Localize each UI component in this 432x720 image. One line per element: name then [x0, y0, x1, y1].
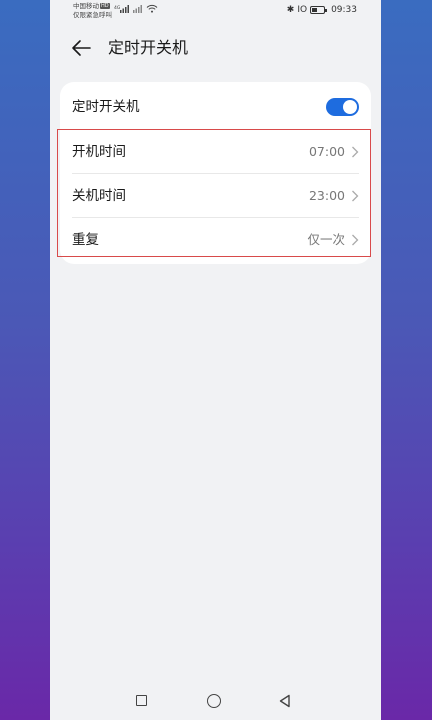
power-off-time-row[interactable]: 关机时间 23:00 — [60, 174, 371, 218]
emergency-only-text: 仅限紧急呼叫 — [73, 11, 112, 19]
app-header: 定时开关机 — [50, 28, 381, 68]
nav-back-icon[interactable] — [278, 694, 292, 708]
signal-icons: 4G — [114, 4, 158, 13]
phone-screen: 中国移动 HD 仅限紧急呼叫 4G ✱ IO 09:33 定时开关机 定时开关机… — [50, 0, 381, 720]
system-nav-bar — [50, 688, 381, 716]
recent-apps-icon[interactable] — [136, 695, 147, 706]
power-off-time-value: 23:00 — [308, 188, 345, 203]
vibrate-icon: IO — [297, 5, 308, 15]
signal-4g-icon: 4G — [114, 5, 129, 13]
chevron-right-icon — [352, 190, 359, 202]
scheduled-power-toggle[interactable] — [326, 98, 359, 116]
chevron-right-icon — [352, 146, 359, 158]
power-off-time-label: 关机时间 — [72, 188, 126, 204]
status-right-group: ✱ IO 09:33 — [287, 5, 357, 15]
repeat-label: 重复 — [72, 232, 99, 248]
chevron-right-icon — [352, 234, 359, 246]
battery-level — [312, 8, 317, 12]
bluetooth-icon: ✱ — [286, 5, 295, 15]
scheduled-power-toggle-row[interactable]: 定时开关机 — [60, 85, 371, 129]
power-on-time-row[interactable]: 开机时间 07:00 — [60, 130, 371, 174]
back-arrow-icon[interactable] — [70, 37, 92, 59]
settings-card: 定时开关机 开机时间 07:00 关机时间 23:00 重复 仅一次 — [60, 82, 371, 264]
hd-badge: HD — [100, 3, 110, 9]
status-bar: 中国移动 HD 仅限紧急呼叫 4G ✱ IO 09:33 — [50, 0, 381, 22]
signal-4g-label: 4G — [114, 5, 121, 11]
wifi-icon — [146, 4, 158, 13]
carrier-name: 中国移动 — [73, 2, 99, 10]
home-icon[interactable] — [207, 694, 221, 708]
repeat-value: 仅一次 — [307, 232, 345, 247]
carrier-info: 中国移动 HD 仅限紧急呼叫 — [73, 2, 112, 20]
battery-icon — [310, 6, 328, 14]
status-time: 09:33 — [331, 5, 357, 15]
scheduled-power-label: 定时开关机 — [72, 99, 140, 115]
repeat-row[interactable]: 重复 仅一次 — [60, 218, 371, 262]
page-title: 定时开关机 — [108, 38, 189, 57]
toggle-knob — [343, 100, 357, 114]
signal-bars-icon — [133, 5, 142, 13]
power-on-time-label: 开机时间 — [72, 144, 126, 160]
power-on-time-value: 07:00 — [308, 144, 345, 159]
